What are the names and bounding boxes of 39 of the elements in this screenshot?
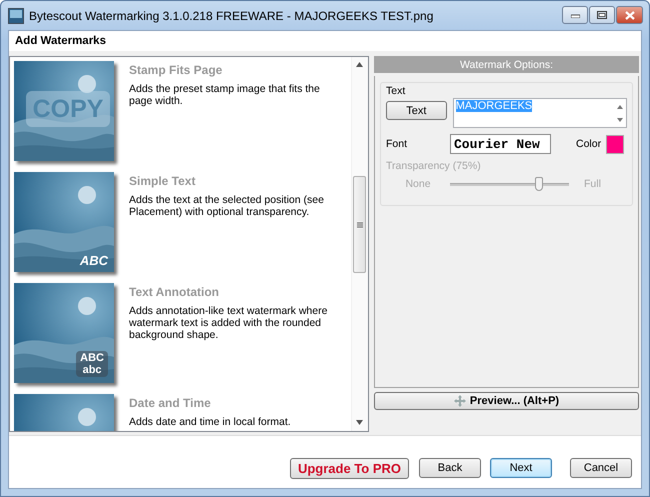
text-button[interactable]: Text <box>386 101 447 120</box>
watermark-description: Adds the preset stamp image that fits the page width. <box>129 83 321 107</box>
app-icon <box>8 8 24 24</box>
color-label: Color <box>576 138 602 150</box>
scroll-down-icon[interactable] <box>356 420 363 425</box>
transparency-label: Transparency (75%) <box>386 160 482 172</box>
maximize-icon <box>597 11 607 19</box>
scrollbar[interactable] <box>351 57 368 431</box>
wizard-button[interactable]: Next <box>490 458 552 478</box>
wizard-button[interactable]: Back <box>419 458 481 478</box>
maximize-button[interactable] <box>589 6 615 24</box>
move-icon <box>454 395 466 407</box>
upgrade-button[interactable]: Upgrade To PRO <box>290 458 409 478</box>
window-title: Bytescout Watermarking 3.1.0.218 FREEWARE - MAJORGEEKS TEST.png <box>29 8 434 22</box>
slider-min-label: None <box>404 178 432 190</box>
font-label: Font <box>386 138 408 150</box>
stamp-text: COPY <box>26 91 110 127</box>
grip-icon <box>356 222 362 228</box>
scroll-up-icon[interactable] <box>616 104 624 110</box>
page-heading: Add Watermarks <box>9 31 641 51</box>
close-icon <box>624 10 634 20</box>
scroll-down-icon[interactable] <box>616 117 624 123</box>
minimize-button[interactable] <box>562 6 588 24</box>
font-field[interactable]: Courier New <box>450 134 551 154</box>
preview-button[interactable]: Preview... (Alt+P) <box>374 392 639 410</box>
scrollbar-thumb[interactable] <box>353 176 366 273</box>
group-label: Text <box>386 85 406 97</box>
minimize-icon <box>570 12 580 18</box>
scroll-up-icon[interactable] <box>356 62 363 67</box>
options-header: Watermark Options: <box>374 56 639 73</box>
watermark-description: Adds date and time in local format. <box>129 416 292 428</box>
close-button[interactable] <box>616 6 643 24</box>
annotation-badge: ABC abc <box>76 351 108 377</box>
slider-max-label: Full <box>584 178 601 190</box>
watermark-description: Adds the text at the selected position (see Placement) with optional transparency. <box>129 194 325 218</box>
color-swatch[interactable] <box>606 134 624 154</box>
wizard-button[interactable]: Cancel <box>570 458 632 478</box>
watermark-description: Adds annotation-like text watermark where watermark text is added with the rounded background shape. <box>129 305 328 341</box>
sample-text: ABC <box>80 253 108 268</box>
